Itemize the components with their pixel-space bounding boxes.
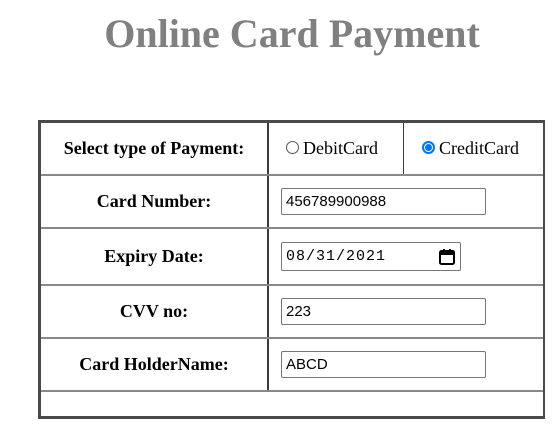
- card-number-cell: 456789900988: [269, 176, 543, 227]
- card-holder-label: Card HolderName:: [41, 339, 269, 390]
- debit-card-radio[interactable]: [286, 141, 299, 154]
- card-number-row: Card Number: 456789900988: [41, 176, 543, 229]
- cvv-row: CVV no: 223: [41, 286, 543, 339]
- credit-card-radio[interactable]: [422, 141, 435, 154]
- expiry-date-input[interactable]: 08/31/2021: [281, 242, 461, 271]
- cvv-cell: 223: [269, 286, 543, 337]
- debit-card-label[interactable]: DebitCard: [303, 138, 378, 159]
- expiry-date-label: Expiry Date:: [41, 229, 269, 284]
- payment-type-row: Select type of Payment: DebitCard Credit…: [41, 123, 543, 176]
- credit-card-option[interactable]: CreditCard: [404, 123, 543, 174]
- empty-footer-row: [41, 392, 543, 417]
- payment-type-label: Select type of Payment:: [41, 123, 269, 174]
- credit-card-label[interactable]: CreditCard: [439, 138, 519, 159]
- card-holder-input[interactable]: ABCD: [281, 351, 486, 378]
- debit-card-option[interactable]: DebitCard: [269, 123, 404, 174]
- expiry-date-cell: 08/31/2021: [269, 229, 543, 284]
- cvv-input[interactable]: 223: [281, 298, 486, 325]
- card-holder-row: Card HolderName: ABCD: [41, 339, 543, 392]
- payment-form-table: Select type of Payment: DebitCard Credit…: [38, 120, 545, 419]
- cvv-label: CVV no:: [41, 286, 269, 337]
- card-number-label: Card Number:: [41, 176, 269, 227]
- calendar-icon[interactable]: [438, 248, 456, 266]
- card-number-input[interactable]: 456789900988: [281, 188, 486, 215]
- expiry-date-value: 08/31/2021: [286, 248, 387, 265]
- expiry-date-row: Expiry Date: 08/31/2021: [41, 229, 543, 286]
- page-title: Online Card Payment: [104, 11, 480, 56]
- card-holder-cell: ABCD: [269, 339, 543, 390]
